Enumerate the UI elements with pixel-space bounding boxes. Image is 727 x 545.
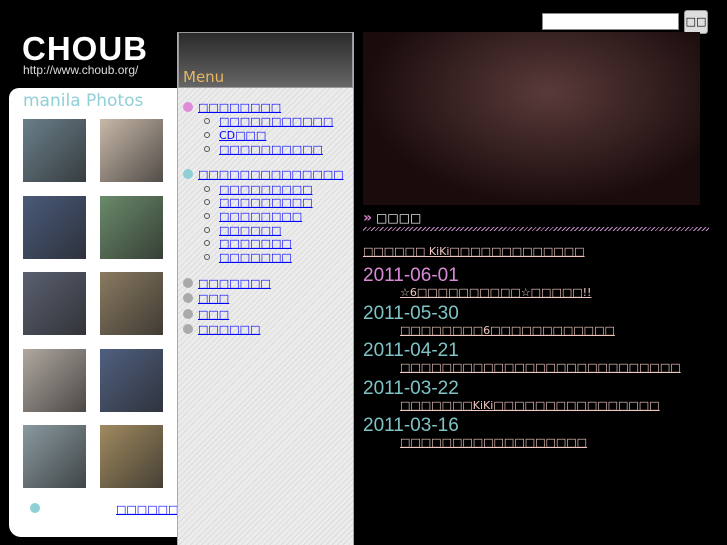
news-heading: » □□□□	[363, 210, 421, 226]
bullet-icon	[183, 169, 193, 179]
site-url: http://www.choub.org/	[23, 63, 139, 77]
bullet-icon	[183, 102, 193, 112]
double-chevron-icon: »	[363, 210, 373, 226]
photo-thumbnail[interactable]	[23, 195, 86, 259]
concert-photo	[363, 32, 700, 205]
photo-thumbnail[interactable]	[100, 272, 163, 335]
sidebar-title: manila Photos	[23, 91, 144, 111]
circle-bullet-icon	[204, 254, 210, 260]
menu-subitem[interactable]: □□□□□□□	[219, 237, 292, 250]
news-link[interactable]: □□□□□□□□□□□□□□□□□□□□□□□□□□□	[400, 361, 681, 374]
photo-thumbnail[interactable]	[23, 425, 86, 488]
divider	[363, 227, 709, 231]
photo-thumbnail[interactable]	[100, 195, 163, 259]
bullet-icon	[183, 324, 193, 334]
photo-thumbnail[interactable]	[100, 119, 163, 182]
photo-thumbnail[interactable]	[23, 272, 86, 335]
menu-subitem[interactable]: □□□□□□□□	[219, 210, 302, 223]
circle-bullet-icon	[204, 227, 210, 233]
circle-bullet-icon	[204, 186, 210, 192]
menu-subitem[interactable]: □□□□□□□□□□□	[219, 115, 333, 128]
menu-item[interactable]: □□□	[198, 292, 229, 305]
site-logo[interactable]: CHOUB	[22, 32, 148, 66]
bullet-icon	[183, 293, 193, 303]
news-date: 2011-03-16	[363, 415, 459, 436]
news-heading-text: □□□□	[376, 211, 422, 225]
menu-title: Menu	[183, 68, 225, 86]
photo-thumbnail[interactable]	[100, 425, 163, 488]
circle-bullet-icon	[204, 146, 210, 152]
news-top-link[interactable]: □□□□□□ KiKi□□□□□□□□□□□□□	[363, 245, 585, 258]
news-link[interactable]: ☆6□□□□□□□□□□☆□□□□□!!	[400, 286, 591, 299]
news-link[interactable]: □□□□□□□□6□□□□□□□□□□□□	[400, 324, 615, 337]
menu-subitem[interactable]: □□□□□□□□□	[219, 196, 313, 209]
circle-bullet-icon	[204, 132, 210, 138]
menu-item[interactable]: □□□	[198, 308, 229, 321]
menu-item[interactable]: □□□□□□□□□□□□□□	[198, 168, 344, 181]
menu-subitem[interactable]: □□□□□□□	[219, 251, 292, 264]
circle-bullet-icon	[204, 213, 210, 219]
news-date: 2011-05-30	[363, 302, 459, 324]
menu-subitem[interactable]: CD□□□	[219, 129, 266, 142]
search-button[interactable]: □□	[684, 10, 708, 34]
menu-subitem[interactable]: □□□□□□□□□	[219, 183, 313, 196]
menu-subitem[interactable]: □□□□□□□□□□	[219, 143, 323, 156]
circle-bullet-icon	[204, 199, 210, 205]
search-input[interactable]	[542, 13, 679, 30]
bullet-icon	[183, 278, 193, 288]
news-date: 2011-04-21	[363, 340, 459, 361]
bullet-icon	[30, 503, 40, 513]
photo-thumbnail[interactable]	[100, 348, 163, 412]
news-link[interactable]: □□□□□□□□□□□□□□□□□□	[400, 436, 587, 449]
menu-item[interactable]: □□□□□□□□	[198, 101, 281, 114]
news-date: 2011-06-01	[363, 265, 459, 286]
menu-item[interactable]: □□□□□□□	[198, 277, 271, 290]
photo-thumbnail[interactable]	[23, 119, 86, 182]
news-link[interactable]: □□□□□□□KiKi□□□□□□□□□□□□□□□□	[400, 399, 660, 412]
news-date: 2011-03-22	[363, 377, 459, 399]
circle-bullet-icon	[204, 240, 210, 246]
menu-subitem[interactable]: □□□□□□	[219, 224, 281, 237]
photo-thumbnail[interactable]	[23, 348, 86, 412]
menu-header: Menu	[178, 32, 353, 88]
bullet-icon	[183, 309, 193, 319]
menu-item[interactable]: □□□□□□	[198, 323, 260, 336]
circle-bullet-icon	[204, 118, 210, 124]
